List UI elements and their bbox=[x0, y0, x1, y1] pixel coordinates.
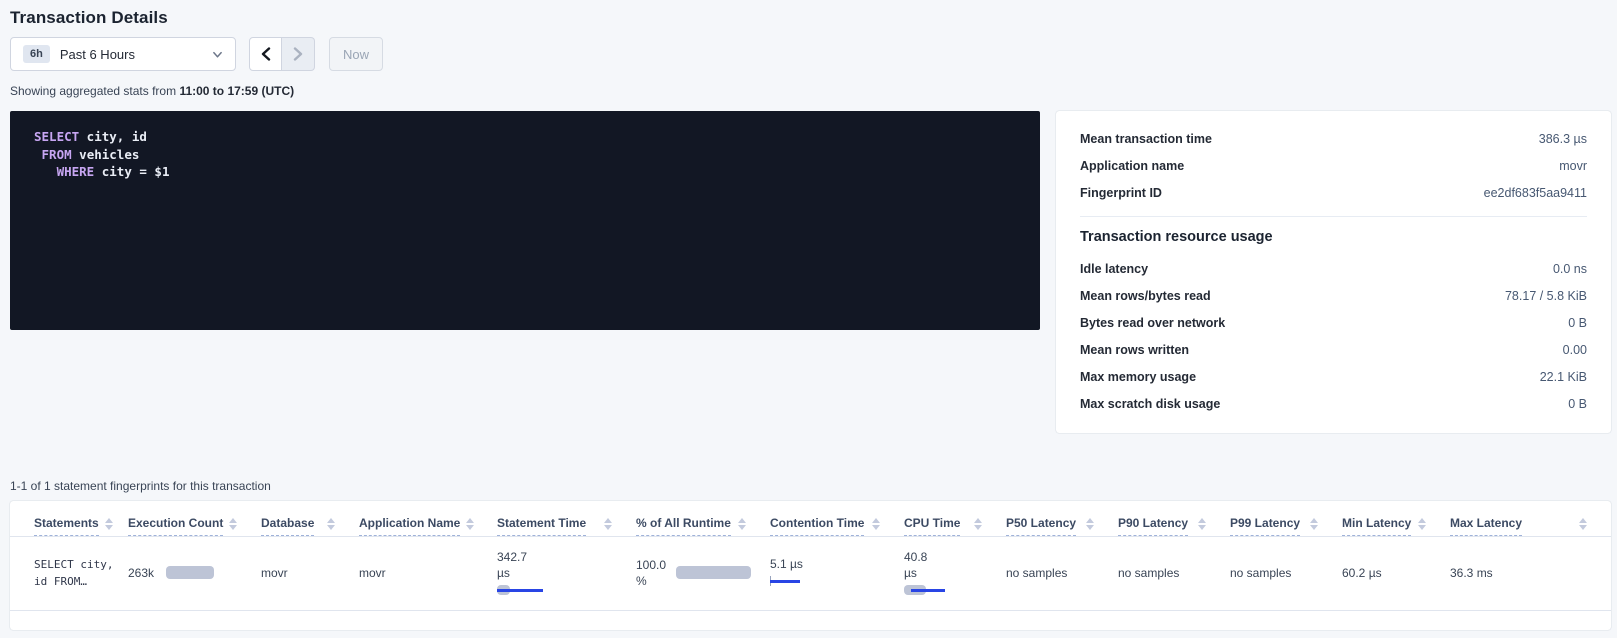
chevron-down-icon bbox=[212, 49, 223, 60]
column-header-statement-time[interactable]: Statement Time bbox=[497, 501, 636, 537]
database-value: movr bbox=[261, 537, 359, 611]
resource-label: Max memory usage bbox=[1080, 370, 1196, 384]
resource-label: Max scratch disk usage bbox=[1080, 397, 1220, 411]
stats-caption-prefix: Showing aggregated stats from bbox=[10, 84, 179, 98]
column-header-p90-latency[interactable]: P90 Latency bbox=[1118, 501, 1230, 537]
statement-time-value: 342.7 µs bbox=[497, 549, 626, 581]
resource-label: Idle latency bbox=[1080, 262, 1148, 276]
column-header-min-latency[interactable]: Min Latency bbox=[1342, 501, 1450, 537]
pct-runtime-value: 100.0 % bbox=[636, 557, 666, 589]
max-latency-value: 36.3 ms bbox=[1450, 537, 1611, 611]
transaction-details-page: Transaction Details 6h Past 6 Hours Now … bbox=[0, 0, 1617, 638]
resource-value: 0.0 ns bbox=[1553, 262, 1587, 276]
resource-label: Mean rows/bytes read bbox=[1080, 289, 1211, 303]
resource-value: 78.17 / 5.8 KiB bbox=[1505, 289, 1587, 303]
sort-icon[interactable] bbox=[1198, 518, 1206, 530]
resource-row: Max scratch disk usage 0 B bbox=[1080, 390, 1587, 417]
previous-time-button[interactable] bbox=[249, 37, 282, 71]
chevron-right-icon bbox=[292, 47, 304, 61]
column-header-pct-runtime[interactable]: % of All Runtime bbox=[636, 501, 770, 537]
column-header-max-latency[interactable]: Max Latency bbox=[1450, 501, 1611, 537]
sort-icon[interactable] bbox=[327, 518, 335, 530]
sort-icon[interactable] bbox=[974, 518, 982, 530]
statement-row: SELECT city, id FROM… 263k movr movr 342… bbox=[10, 537, 1611, 611]
resource-row: Mean rows written 0.00 bbox=[1080, 336, 1587, 363]
time-range-badge: 6h bbox=[23, 45, 50, 63]
resource-value: 0 B bbox=[1568, 397, 1587, 411]
table-header-row: Statements Execution Count Database Appl… bbox=[10, 501, 1611, 537]
sort-icon[interactable] bbox=[604, 518, 612, 530]
sort-icon[interactable] bbox=[1310, 518, 1318, 530]
sort-icon[interactable] bbox=[1086, 518, 1094, 530]
sql-code: SELECT city, id FROM vehicles WHERE city… bbox=[34, 128, 1016, 181]
statements-table: Statements Execution Count Database Appl… bbox=[10, 501, 1611, 611]
sort-icon[interactable] bbox=[105, 518, 113, 530]
resource-row: Idle latency 0.0 ns bbox=[1080, 255, 1587, 282]
next-time-button[interactable] bbox=[282, 37, 315, 71]
time-controls: 6h Past 6 Hours Now bbox=[10, 37, 1617, 71]
summary-value: ee2df683f5aa9411 bbox=[1484, 186, 1587, 200]
now-button[interactable]: Now bbox=[329, 37, 383, 71]
resource-row: Bytes read over network 0 B bbox=[1080, 309, 1587, 336]
sort-icon[interactable] bbox=[1579, 518, 1587, 530]
sort-icon[interactable] bbox=[738, 518, 746, 530]
resource-label: Bytes read over network bbox=[1080, 316, 1225, 330]
summary-label: Application name bbox=[1080, 159, 1184, 173]
page-title: Transaction Details bbox=[0, 0, 1617, 28]
summary-row: Application name movr bbox=[1080, 152, 1587, 179]
column-header-application-name[interactable]: Application Name bbox=[359, 501, 497, 537]
statements-table-card: Statements Execution Count Database Appl… bbox=[10, 501, 1611, 630]
execution-count-bar bbox=[166, 566, 214, 579]
main-content: SELECT city, id FROM vehicles WHERE city… bbox=[10, 111, 1611, 433]
execution-count-value: 263k bbox=[128, 566, 154, 580]
summary-value: movr bbox=[1559, 159, 1587, 173]
summary-label: Mean transaction time bbox=[1080, 132, 1212, 146]
sql-statement-box: SELECT city, id FROM vehicles WHERE city… bbox=[10, 111, 1040, 330]
summary-value: 386.3 µs bbox=[1539, 132, 1587, 146]
application-name-value: movr bbox=[359, 537, 497, 611]
resource-row: Max memory usage 22.1 KiB bbox=[1080, 363, 1587, 390]
cpu-time-bar bbox=[904, 585, 946, 596]
cpu-time-value: 40.8 µs bbox=[904, 549, 996, 581]
summary-label: Fingerprint ID bbox=[1080, 186, 1162, 200]
sort-icon[interactable] bbox=[872, 518, 880, 530]
time-nav-group bbox=[249, 37, 315, 71]
transaction-summary-panel: Mean transaction time 386.3 µs Applicati… bbox=[1056, 111, 1611, 433]
p50-latency-value: no samples bbox=[1006, 537, 1118, 611]
column-header-execution-count[interactable]: Execution Count bbox=[128, 501, 261, 537]
column-header-p50-latency[interactable]: P50 Latency bbox=[1006, 501, 1118, 537]
sort-icon[interactable] bbox=[229, 518, 237, 530]
column-header-statements[interactable]: Statements bbox=[10, 501, 128, 537]
pct-runtime-bar bbox=[676, 566, 751, 579]
column-header-p99-latency[interactable]: P99 Latency bbox=[1230, 501, 1342, 537]
resource-value: 0 B bbox=[1568, 316, 1587, 330]
statement-link[interactable]: SELECT city, id FROM… bbox=[34, 556, 118, 590]
resource-label: Mean rows written bbox=[1080, 343, 1189, 357]
sort-icon[interactable] bbox=[466, 518, 474, 530]
column-header-database[interactable]: Database bbox=[261, 501, 359, 537]
resource-row: Mean rows/bytes read 78.17 / 5.8 KiB bbox=[1080, 282, 1587, 309]
p99-latency-value: no samples bbox=[1230, 537, 1342, 611]
min-latency-value: 60.2 µs bbox=[1342, 537, 1450, 611]
resource-value: 22.1 KiB bbox=[1540, 370, 1587, 384]
summary-row: Fingerprint ID ee2df683f5aa9411 bbox=[1080, 179, 1587, 206]
column-header-cpu-time[interactable]: CPU Time bbox=[904, 501, 1006, 537]
time-range-label: Past 6 Hours bbox=[60, 47, 212, 62]
summary-divider bbox=[1080, 216, 1587, 217]
time-range-dropdown[interactable]: 6h Past 6 Hours bbox=[10, 37, 236, 71]
sort-icon[interactable] bbox=[1418, 518, 1426, 530]
column-header-contention-time[interactable]: Contention Time bbox=[770, 501, 904, 537]
aggregated-stats-caption: Showing aggregated stats from 11:00 to 1… bbox=[10, 84, 1617, 98]
p90-latency-value: no samples bbox=[1118, 537, 1230, 611]
chevron-left-icon bbox=[260, 47, 272, 61]
contention-time-bar bbox=[770, 578, 802, 589]
stats-caption-range: 11:00 to 17:59 (UTC) bbox=[179, 84, 294, 98]
resource-usage-heading: Transaction resource usage bbox=[1080, 229, 1587, 245]
resource-value: 0.00 bbox=[1563, 343, 1587, 357]
summary-row: Mean transaction time 386.3 µs bbox=[1080, 125, 1587, 152]
statement-time-bar bbox=[497, 585, 545, 596]
contention-time-value: 5.1 µs bbox=[770, 557, 894, 571]
statement-fingerprint-count: 1-1 of 1 statement fingerprints for this… bbox=[10, 479, 1617, 493]
